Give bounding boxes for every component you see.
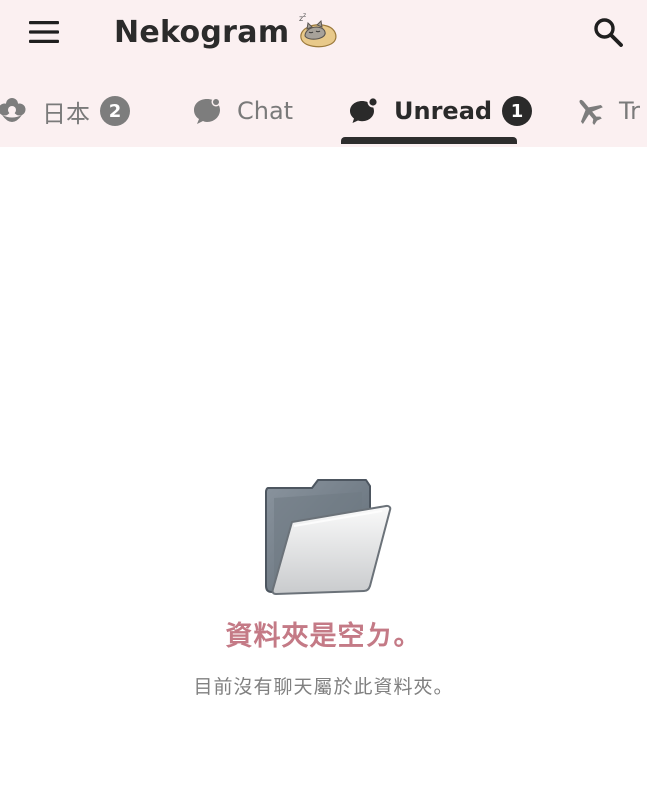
app-screen: Nekogram z z 日本 2 Chat Unread 1 Tr 資料夾是空…: [0, 0, 647, 800]
tab-badge-unread: 1: [502, 96, 533, 126]
airplane-icon: [579, 99, 603, 125]
active-tab-indicator: [341, 137, 517, 144]
search-button[interactable]: [586, 12, 630, 52]
empty-folder-title: 資料夾是空ㄉ。: [225, 621, 422, 652]
tab-chat[interactable]: Chat: [191, 80, 293, 142]
empty-folder-subtitle: 目前沒有聊天屬於此資料夾。: [193, 676, 454, 698]
tab-label-japan: 日本: [42, 99, 90, 128]
tab-label-unread: Unread: [394, 97, 493, 125]
tab-badge-japan: 2: [100, 96, 130, 126]
tab-unread[interactable]: Unread 1: [348, 80, 533, 142]
hamburger-menu-icon: [29, 21, 59, 43]
app-title: Nekogram: [114, 14, 290, 50]
app-bar: Nekogram z z 日本 2 Chat Unread 1 Tr: [0, 0, 647, 147]
tab-label-chat: Chat: [237, 97, 294, 125]
folder-tabs: 日本 2 Chat Unread 1 Tr: [0, 80, 647, 147]
search-icon: [594, 18, 623, 47]
tab-japan[interactable]: 日本 2: [0, 80, 130, 142]
menu-button[interactable]: [22, 14, 66, 50]
svg-text:z: z: [303, 12, 306, 19]
sleeping-cat-icon: z z: [299, 12, 337, 48]
chat-bubble-icon: [194, 97, 221, 124]
empty-folder-icon: [265, 479, 392, 595]
app-title-area: Nekogram z z: [114, 8, 339, 56]
tab-travel[interactable]: Tr: [573, 80, 640, 142]
chat-bubbles-icon: [350, 96, 379, 123]
tab-label-travel: Tr: [619, 97, 640, 125]
flower-icon: [0, 98, 26, 122]
